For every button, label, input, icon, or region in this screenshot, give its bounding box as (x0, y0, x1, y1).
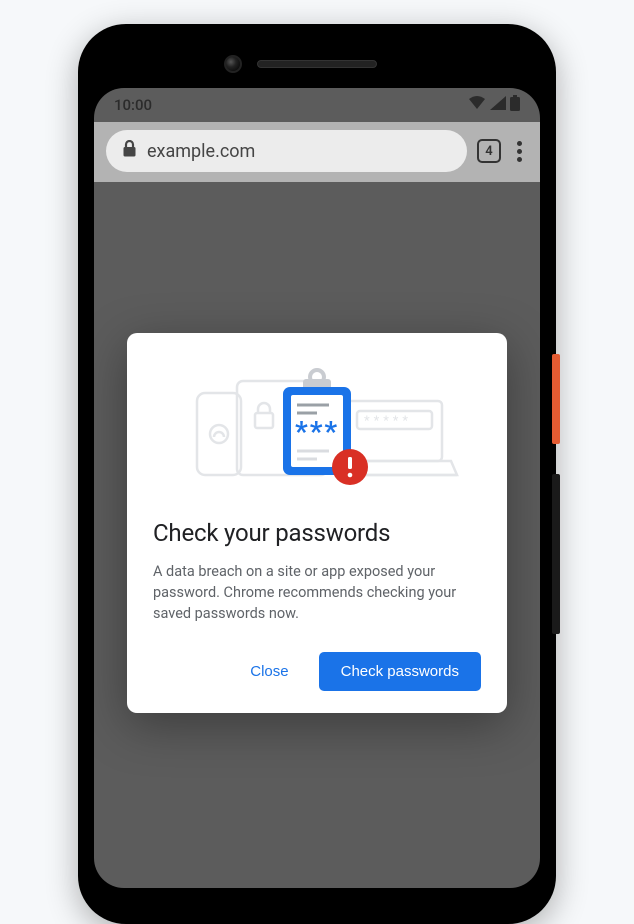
phone-screen: 10:00 example.com 4 (94, 88, 540, 888)
svg-text:*****: ***** (364, 414, 412, 429)
dialog-title: Check your passwords (153, 519, 481, 547)
modal-overlay: ***** (94, 88, 540, 888)
close-button[interactable]: Close (234, 653, 304, 690)
password-breach-dialog: ***** (127, 333, 507, 713)
check-passwords-button[interactable]: Check passwords (319, 652, 481, 691)
power-button (552, 354, 560, 444)
volume-button (552, 474, 560, 634)
phone-bezel-top (94, 40, 540, 88)
dialog-illustration: ***** (153, 363, 481, 493)
phone-frame: 10:00 example.com 4 (78, 24, 556, 924)
dialog-body-text: A data breach on a site or app exposed y… (153, 561, 481, 624)
earpiece-speaker (257, 60, 377, 68)
front-camera (224, 55, 242, 73)
dialog-actions: Close Check passwords (153, 652, 481, 691)
svg-text:***: *** (295, 415, 339, 448)
